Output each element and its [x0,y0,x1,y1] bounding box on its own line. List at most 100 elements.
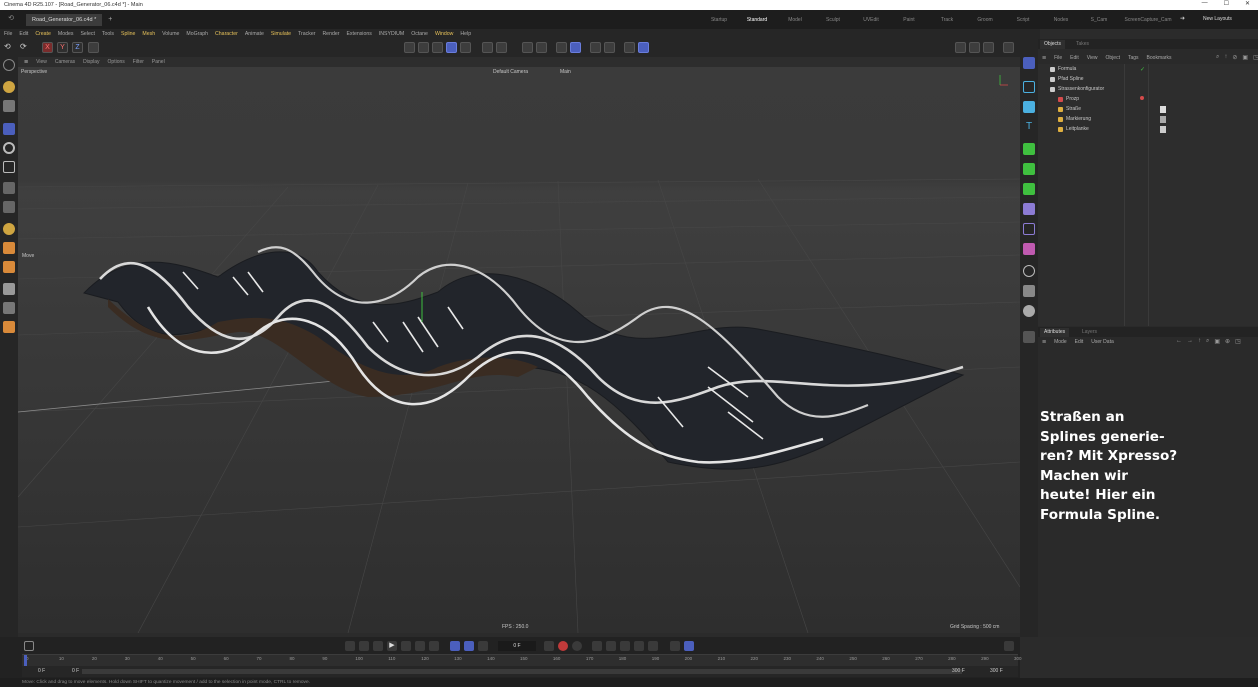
objects-menu-file[interactable]: File [1054,55,1062,61]
key-param-icon[interactable] [634,641,644,651]
paint-icon[interactable] [3,321,15,333]
sculpt-icon[interactable] [3,302,15,314]
undo-icon[interactable]: ⟲ [4,42,15,53]
tab-attributes[interactable]: Attributes [1040,328,1070,337]
previous-frame-icon[interactable] [373,641,383,651]
polygon-object-icon[interactable] [1023,101,1035,113]
hamburger-icon[interactable]: ≡ [1042,55,1046,62]
arrow-left-icon[interactable]: ← [1176,338,1182,345]
key-scale-icon[interactable] [620,641,630,651]
autokey-icon[interactable] [572,641,582,651]
range-slider[interactable] [82,669,962,674]
viewport-menu-cameras[interactable]: Cameras [55,59,75,65]
start-frame-field[interactable]: 0 F [38,668,45,674]
layout-tab[interactable]: Script [1004,17,1042,23]
viewport-menu-options[interactable]: Options [108,59,125,65]
visibility-dot[interactable] [1140,96,1144,100]
menu-edit[interactable]: Edit [19,31,28,37]
new-layouts-button[interactable]: New Layouts [1203,16,1232,22]
hamburger-icon[interactable]: ≡ [1042,339,1046,346]
object-row-strasse[interactable]: Straße [1058,105,1081,114]
snap-icon[interactable] [496,42,507,53]
menu-extensions[interactable]: Extensions [346,31,371,37]
go-to-start-icon[interactable] [345,641,355,651]
next-key-icon[interactable] [415,641,425,651]
hamburger-icon[interactable]: ≡ [24,59,28,66]
menu-tools[interactable]: Tools [102,31,114,37]
new-tab-button[interactable]: + [108,16,112,23]
axis-z-toggle[interactable]: Z [72,42,83,53]
object-row-markierung[interactable]: Markierung [1058,115,1091,124]
redo-icon[interactable]: ⟳ [20,42,31,53]
axis-y-toggle[interactable]: Y [57,42,68,53]
current-frame-field[interactable]: 0 F [498,641,536,651]
object-row-formula[interactable]: Formula [1050,65,1076,74]
attributes-menu-edit[interactable]: Edit [1075,339,1084,345]
axis-tool-icon[interactable] [3,201,15,213]
checkmark-icon[interactable]: ✓ [1140,66,1145,73]
material-tag-icon[interactable] [1160,106,1166,113]
previous-key-icon[interactable] [359,641,369,651]
new-icon[interactable]: ⊕ [1225,338,1230,345]
move-tool-icon[interactable] [3,123,15,135]
loop-icon[interactable] [450,641,460,651]
object-row-prozp[interactable]: Prozp [1058,95,1079,104]
expand-icon[interactable]: ◳ [1235,338,1241,345]
search-icon[interactable]: ⌕ [1206,338,1209,345]
viewport-menu-display[interactable]: Display [83,59,99,65]
arrow-right-icon[interactable]: ➜ [1180,15,1185,22]
menu-modes[interactable]: Modes [58,31,74,37]
viewport-camera[interactable]: Default Camera [493,69,528,75]
lock-workplane-icon[interactable] [536,42,547,53]
search-icon[interactable]: ⌕ [1216,54,1219,61]
sound-icon[interactable] [478,641,488,651]
document-tab[interactable]: Road_Generator_06.c4d * [26,13,103,26]
play-icon[interactable]: ▶ [387,641,397,651]
render-settings-icon[interactable] [638,42,649,53]
deformer-icon[interactable] [1023,183,1035,195]
objects-menu-edit[interactable]: Edit [1070,55,1079,61]
tab-takes[interactable]: Takes [1072,40,1093,49]
xpresso-icon[interactable] [1023,243,1035,255]
render-queue-icon[interactable] [955,42,966,53]
arrow-up-icon[interactable]: ↑ [1198,338,1201,345]
objects-menu-tags[interactable]: Tags [1128,55,1139,61]
primitive-cube-icon[interactable] [1023,81,1035,93]
solo-mode-icon[interactable] [482,42,493,53]
menu-character[interactable]: Character [215,31,238,37]
light-icon[interactable] [1023,305,1035,317]
render-region-icon[interactable] [590,42,601,53]
workplane-icon[interactable] [570,42,581,53]
points-mode-icon[interactable] [432,42,443,53]
spline-smooth-icon[interactable] [3,261,15,273]
next-frame-icon[interactable] [401,641,411,651]
menu-render[interactable]: Render [322,31,339,37]
object-row-leitplanke[interactable]: Leitplanke [1058,125,1089,134]
material-tag-icon[interactable] [1160,116,1166,123]
scene-icon[interactable] [1023,223,1035,235]
magnet-icon[interactable] [522,42,533,53]
undo-icon[interactable]: ⟲ [0,14,22,26]
filter-icon[interactable]: ⊘ [1232,54,1237,61]
timeline-window-icon[interactable] [1004,641,1014,651]
layout-tab[interactable]: Track [928,17,966,23]
environment-icon[interactable] [1023,265,1035,277]
preview-range-icon[interactable] [464,641,474,651]
object-row-pfad-spline[interactable]: Pfad Spline [1050,75,1084,84]
close-button[interactable]: ✕ [1245,0,1250,7]
keyframe-selection-icon[interactable] [544,641,554,651]
brush-icon[interactable] [3,283,15,295]
camera-icon[interactable] [969,42,980,53]
expand-icon[interactable]: ◳ [1253,54,1258,61]
objects-menu-bookmarks[interactable]: Bookmarks [1147,55,1172,61]
model-mode-icon[interactable] [404,42,415,53]
record-icon[interactable] [558,641,568,651]
texture-mode-icon[interactable] [418,42,429,53]
menu-animate[interactable]: Animate [245,31,264,37]
menu-spline[interactable]: Spline [121,31,135,37]
render-view-icon[interactable] [604,42,615,53]
menu-octane[interactable]: Octane [411,31,428,37]
tab-layers[interactable]: Layers [1078,328,1101,337]
menu-help[interactable]: Help [460,31,471,37]
layout-tab[interactable]: Paint [890,17,928,23]
